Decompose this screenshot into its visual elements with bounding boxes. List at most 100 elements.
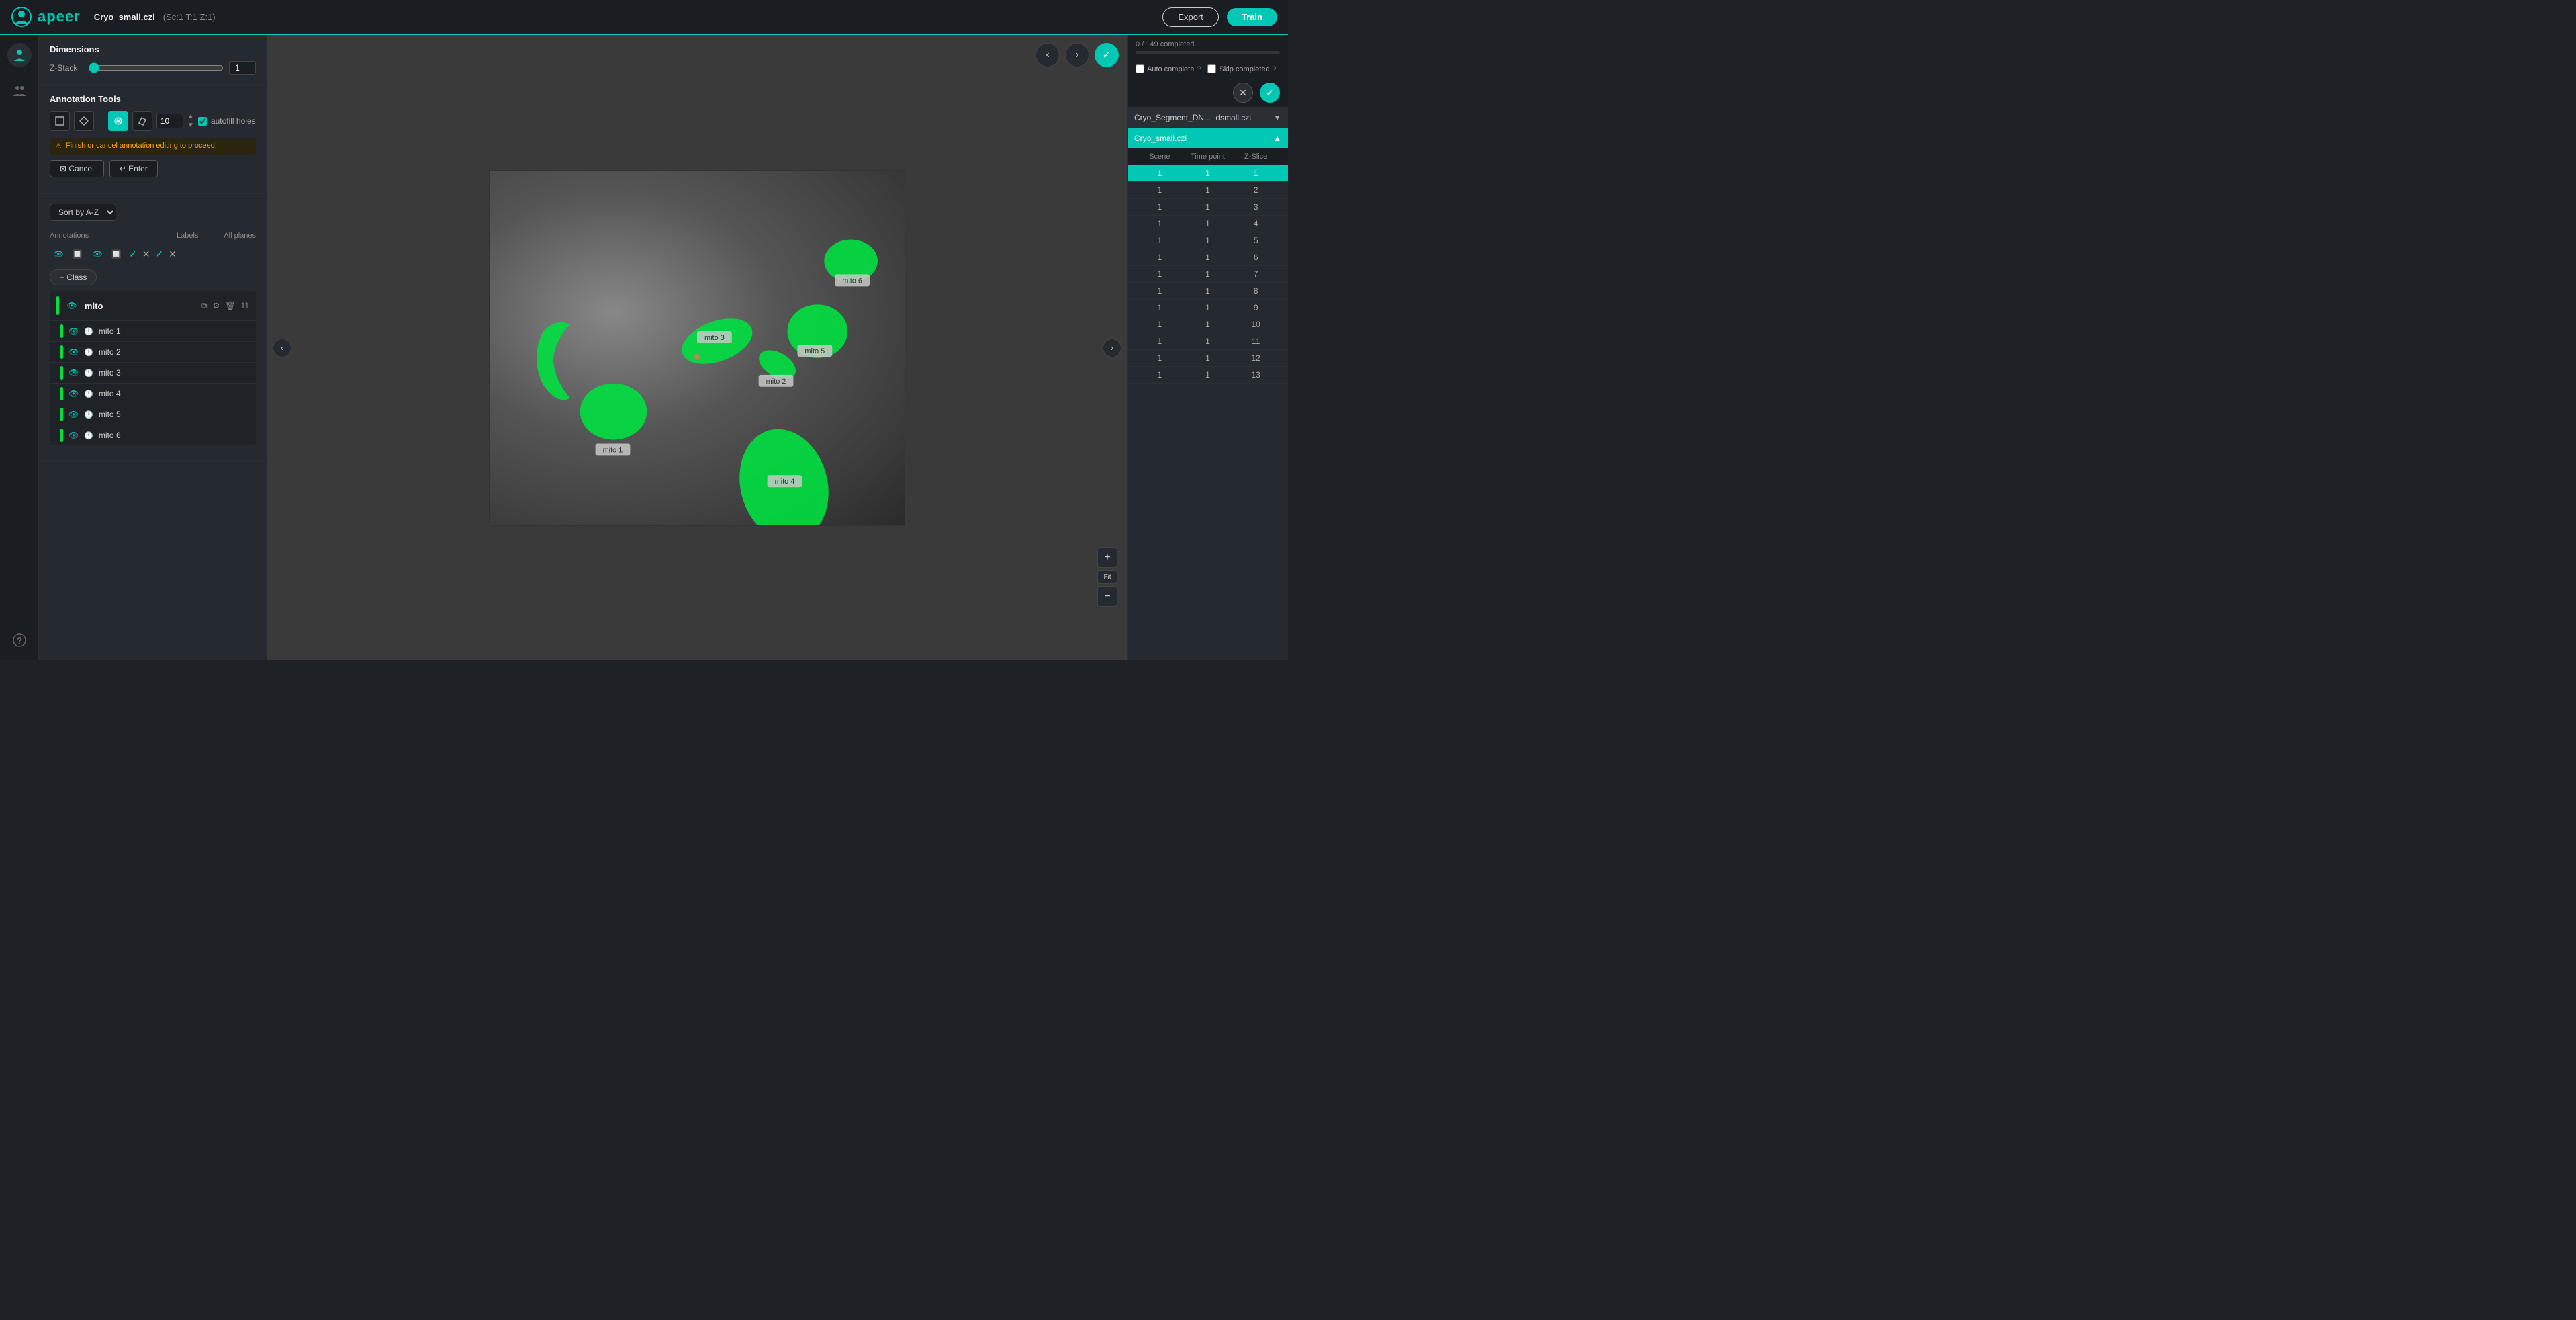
sort-dropdown[interactable]: Sort by A-Z Sort by Z-A [50, 204, 116, 221]
sidebar-item-users[interactable] [7, 78, 32, 102]
ann-name-2: mito 2 [99, 347, 249, 357]
train-button[interactable]: Train [1227, 8, 1277, 26]
x-planes-icon[interactable]: ✕ [169, 249, 177, 260]
class-header-mito[interactable]: 👁 mito ⧉ ⚙ 🗑 11 [50, 291, 256, 320]
dataset-file-name: dsmall.czi [1215, 113, 1251, 122]
z-stack-slider[interactable] [89, 62, 224, 73]
eye-icon-ann[interactable]: 👁 [51, 247, 66, 261]
dataset-row: Cryo_Segment_DN... dsmall.czi ▼ [1134, 113, 1281, 122]
svg-text:mito 3: mito 3 [704, 334, 725, 342]
right-panel: 0 / 149 completed Auto complete ? Skip c… [1127, 35, 1288, 660]
link-icon[interactable]: ⚙ [213, 301, 220, 310]
ann-eye-icon[interactable]: 👁 [68, 410, 79, 419]
cancel-button[interactable]: ⊠ Cancel [50, 160, 104, 177]
table-row[interactable]: 114 [1128, 216, 1288, 232]
sidebar-item-annotation[interactable] [7, 43, 32, 67]
ann-eye-icon[interactable]: 👁 [68, 326, 79, 336]
add-class-button[interactable]: + Class [50, 269, 97, 285]
tab-collapse-icon[interactable]: ▲ [1273, 134, 1281, 143]
nav-cancel-button[interactable]: ✕ [1233, 83, 1253, 103]
autofill-label: autofill holes [211, 116, 256, 126]
skip-completed-label[interactable]: Skip completed ? [1207, 64, 1276, 73]
ann-eye-icon[interactable]: 👁 [68, 368, 79, 378]
dataset-name: Cryo_Segment_DN... dsmall.czi [1134, 113, 1251, 122]
sidebar-item-help[interactable]: ? [7, 628, 32, 652]
svg-text:mito 6: mito 6 [842, 277, 862, 285]
enter-icon: ↵ [120, 164, 126, 173]
col-scene: Scene [1136, 152, 1184, 161]
microscopy-canvas: mito 6 mito 5 mito 3 mito 2 mito 1 [489, 170, 905, 526]
table-row[interactable]: 115 [1128, 232, 1288, 249]
table-body: 1111121131141151161171181191110111111121… [1128, 165, 1288, 660]
next-image-button[interactable]: › [1065, 43, 1089, 67]
rectangle-tool-button[interactable] [50, 111, 70, 131]
table-row[interactable]: 1112 [1128, 350, 1288, 367]
eraser-tool-button[interactable] [132, 111, 152, 131]
size-down-arrow[interactable]: ▼ [187, 122, 194, 129]
file-info: Cryo_small.czi (Sc:1 T:1 Z:1) [94, 12, 216, 22]
table-row[interactable]: 111 [1128, 165, 1288, 182]
size-up-arrow[interactable]: ▲ [187, 113, 194, 120]
skip-completed-text: Skip completed [1219, 65, 1269, 73]
annotations-col: Annotations [50, 232, 171, 240]
ann-color-bar [60, 408, 63, 421]
class-eye-icon[interactable]: 👁 [64, 298, 79, 313]
zoom-in-button[interactable]: + [1097, 547, 1117, 568]
delete-icon[interactable]: 🗑 [225, 301, 235, 310]
labels-col: Labels [177, 232, 210, 240]
progress-bar-track [1136, 51, 1280, 54]
table-row[interactable]: 1110 [1128, 316, 1288, 333]
diamond-icon [79, 116, 89, 126]
all-planes-col: All planes [216, 232, 256, 240]
table-row[interactable]: 116 [1128, 249, 1288, 266]
col-time-point: Time point [1184, 152, 1232, 161]
canvas-left-arrow[interactable]: ‹ [273, 339, 291, 357]
dataset-expand-icon[interactable]: ▼ [1273, 113, 1281, 122]
table-row[interactable]: 119 [1128, 300, 1288, 316]
check-all-icon[interactable]: ✓ [129, 249, 137, 260]
ann-eye-icon[interactable]: 👁 [68, 389, 79, 398]
icon-rail: ? [0, 35, 39, 660]
ann-eye-icon[interactable]: 👁 [68, 431, 79, 440]
zoom-out-button[interactable]: − [1097, 586, 1117, 607]
prev-image-button[interactable]: ‹ [1036, 43, 1060, 67]
ann-eye-icon[interactable]: 👁 [68, 347, 79, 357]
table-row[interactable]: 118 [1128, 283, 1288, 300]
warning-row: ⚠ Finish or cancel annotation editing to… [50, 138, 256, 155]
brush-size-input[interactable] [156, 114, 183, 128]
sort-row: Sort by A-Z Sort by Z-A [50, 204, 256, 221]
enter-button[interactable]: ↵ Enter [109, 160, 158, 177]
nav-confirm-button[interactable]: ✓ [1260, 83, 1280, 103]
auto-complete-label[interactable]: Auto complete ? [1136, 64, 1201, 73]
table-row[interactable]: 112 [1128, 182, 1288, 199]
export-button[interactable]: Export [1162, 7, 1219, 27]
table-row[interactable]: 1113 [1128, 367, 1288, 384]
confirm-image-button[interactable]: ✓ [1095, 43, 1119, 67]
skip-completed-checkbox[interactable] [1207, 64, 1216, 73]
hide-icon-label[interactable]: 🔲 [109, 247, 124, 261]
auto-complete-checkbox[interactable] [1136, 64, 1144, 73]
check-planes-icon[interactable]: ✓ [155, 249, 163, 260]
table-row[interactable]: 1111 [1128, 333, 1288, 350]
table-header: Scene Time point Z-Slice [1128, 148, 1288, 165]
brush-icon [113, 116, 123, 126]
ann-name-6: mito 6 [99, 431, 249, 440]
z-stack-value[interactable] [229, 61, 256, 75]
autofill-checkbox[interactable] [198, 117, 207, 126]
eye-icon-label[interactable]: 👁 [90, 247, 105, 261]
x-all-icon[interactable]: ✕ [142, 249, 150, 260]
brush-tool-button[interactable] [108, 111, 128, 131]
hide-icon-ann[interactable]: 🔲 [70, 247, 85, 261]
copy-icon[interactable]: ⧉ [201, 301, 208, 311]
fit-button[interactable]: Fit [1097, 570, 1117, 584]
ann-time-icon: 🕐 [84, 431, 93, 440]
size-stepper[interactable]: ▲ ▼ [187, 113, 194, 129]
diamond-tool-button[interactable] [74, 111, 94, 131]
table-row[interactable]: 113 [1128, 199, 1288, 216]
canvas-right-arrow[interactable]: › [1103, 339, 1121, 357]
topbar: apeer Cryo_small.czi (Sc:1 T:1 Z:1) Expo… [0, 0, 1288, 35]
table-row[interactable]: 117 [1128, 266, 1288, 283]
file-tab-active[interactable]: Cryo_small.czi ▲ [1128, 128, 1288, 148]
left-panel: Dimensions Z-Stack Annotation Tools [39, 35, 267, 660]
micro-background: mito 6 mito 5 mito 3 mito 2 mito 1 [490, 171, 905, 525]
